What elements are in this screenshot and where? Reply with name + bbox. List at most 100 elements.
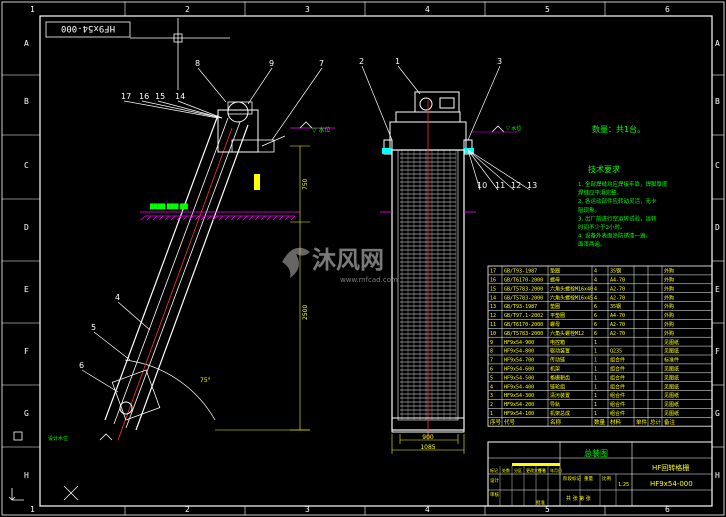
bom-cell: A2-70 xyxy=(610,286,625,292)
bom-cell: 组合件 xyxy=(610,401,625,408)
bom-cell: 外购 xyxy=(664,268,674,275)
dim-2500: 2500 xyxy=(302,305,309,320)
callout-label: 4 xyxy=(115,293,120,302)
zone-row-right: F xyxy=(715,347,720,356)
bom-cell: 8 xyxy=(490,349,493,355)
cad-drawing-canvas: 112233445566A AB BC CD DE EF FG GH H HF9x54-000 xyxy=(1,1,725,516)
callout-label: 11 xyxy=(495,181,505,190)
quantity-note: 数量：共1台。 xyxy=(592,124,645,134)
zone-col-bottom: 3 xyxy=(305,505,310,514)
callout-label: 9 xyxy=(269,59,274,68)
watermark-url: www.mfcad.com xyxy=(340,276,398,284)
bom-cell: 外购 xyxy=(664,277,674,284)
bom-cell: 六角头螺栓M16x40 xyxy=(550,285,593,292)
bom-cell: 4 xyxy=(594,269,597,275)
bom-cell: 6 xyxy=(594,322,597,328)
callout-label: 2 xyxy=(359,57,364,66)
watermark-logo-icon xyxy=(282,247,310,278)
zone-row-left: F xyxy=(24,347,29,356)
ucs-icon xyxy=(8,431,79,501)
callout-label: 7 xyxy=(319,59,324,68)
bom-cell: GB/T93-1987 xyxy=(504,304,537,310)
tech-requirement-line: 时间不少于2小时。 xyxy=(578,223,626,231)
zone-row-right: H xyxy=(715,471,720,480)
drawing-number: HF9x54-000 xyxy=(650,480,693,488)
bom-cell: 组合件 xyxy=(610,383,625,390)
bom-cell: HF9x54-500 xyxy=(504,375,534,381)
bom-cell: 1 xyxy=(594,349,597,355)
label-design: 设计 xyxy=(490,477,499,484)
bom-cell: 9 xyxy=(490,340,493,346)
view-title: 总装图 xyxy=(584,448,608,458)
bom-cell: GB/T5783-2000 xyxy=(504,286,543,292)
tech-requirement-line: 阻现象。 xyxy=(578,206,600,214)
bom-cell: 外购 xyxy=(664,303,674,310)
zone-row-left: C xyxy=(24,161,29,170)
bom-cell: 清污装置 xyxy=(550,392,570,399)
bom-cell: 机架总成 xyxy=(550,410,570,417)
bom-cell: GB/T97.1-2002 xyxy=(504,313,543,319)
bom-cell: A4-70 xyxy=(610,313,625,319)
bom-cell: 7 xyxy=(490,358,493,364)
angle-arc xyxy=(124,359,216,421)
revision-label: 签名 xyxy=(538,467,546,473)
bom-header-cell: 材料 xyxy=(610,418,622,426)
dim-angle: 75° xyxy=(200,377,211,384)
bom-cell: 15 xyxy=(490,286,496,292)
bom-cell: HF9x54-300 xyxy=(504,393,534,399)
bom-cell: 见图纸 xyxy=(664,348,679,355)
bom-cell: 螺母 xyxy=(550,321,560,328)
tech-requirement-line: 3. 出厂前进行空运转试验，运转 xyxy=(578,214,657,222)
svg-text:▽ 水位: ▽ 水位 xyxy=(312,126,331,134)
bom-cell: 组合件 xyxy=(610,410,625,417)
bom-cell: 14 xyxy=(490,295,496,301)
svg-text:████ ███ ██: ████ ███ ██ xyxy=(149,203,188,210)
bom-header-cell: 备注 xyxy=(664,418,676,426)
bom-cell: Q235 xyxy=(610,349,622,355)
tech-requirement-line: 1. 全部焊缝均应焊接牢靠，焊脚厚度 xyxy=(578,180,668,188)
zone-row-left: H xyxy=(24,471,29,480)
bom-cell: 格栅耙齿 xyxy=(550,374,570,381)
bom-cell: 标准件 xyxy=(664,357,679,364)
bom-cell: HF9x54-600 xyxy=(504,367,534,373)
zone-col-top: 4 xyxy=(425,5,430,14)
crosshair-cursor xyxy=(130,18,230,90)
bom-cell: 见图纸 xyxy=(664,366,679,373)
bom-cell: 1 xyxy=(594,340,597,346)
callout-label: 12 xyxy=(511,181,521,190)
bom-cell: 6 xyxy=(490,367,493,373)
bom-cell: 六角头螺栓M16x45 xyxy=(550,294,593,301)
dim-900: 900 xyxy=(422,434,434,441)
bom-cell: 1 xyxy=(594,375,597,381)
bom-cell: 组合件 xyxy=(610,357,625,364)
label-check: 审核 xyxy=(490,491,499,498)
bom-cell: 11 xyxy=(490,322,496,328)
bom-cell: A2-70 xyxy=(610,322,625,328)
bom-cell: 垫圈 xyxy=(550,268,560,275)
bom-cell: 见图纸 xyxy=(664,392,679,399)
callout-label: 16 xyxy=(139,92,149,101)
bom-cell: 6 xyxy=(594,313,597,319)
bom-cell: 见图纸 xyxy=(664,339,679,346)
bom-cell: 链轮组 xyxy=(550,383,565,390)
bom-cell: 17 xyxy=(490,269,496,275)
bom-cell: 见图纸 xyxy=(664,401,679,408)
zone-row-right: G xyxy=(715,409,720,418)
bom-cell: GB/T93-1987 xyxy=(504,269,537,275)
bom-cell: 1 xyxy=(594,393,597,399)
zone-col-top: 2 xyxy=(185,5,190,14)
bom-cell: 外购 xyxy=(664,285,674,292)
bom-cell: 驱动装置 xyxy=(550,348,570,355)
callout-label: 5 xyxy=(91,323,96,332)
callout-label: 13 xyxy=(527,181,537,190)
bom-cell: GB/T6170-2000 xyxy=(504,278,543,284)
callout-label: 15 xyxy=(155,92,165,101)
bom-cell: GB/T6170-2000 xyxy=(504,322,543,328)
zone-row-left: D xyxy=(24,223,29,232)
zone-col-bottom: 1 xyxy=(30,505,35,514)
bom-cell: A2-70 xyxy=(610,295,625,301)
svg-text:▽ 水位: ▽ 水位 xyxy=(506,125,521,132)
bom-cell: 平垫圈 xyxy=(550,312,565,319)
bom-header-cell: 序号 xyxy=(490,418,502,426)
tech-requirement-line: 面漆两遍。 xyxy=(578,240,606,248)
